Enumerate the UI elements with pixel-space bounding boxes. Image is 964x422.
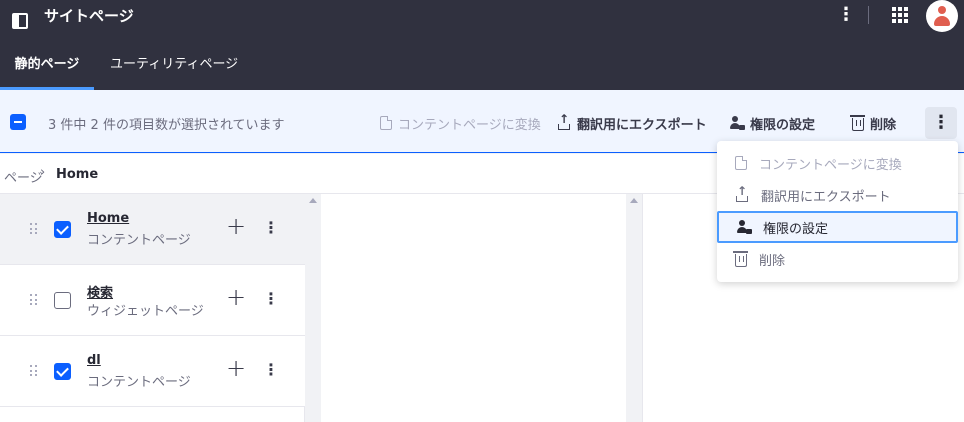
actions-dropdown-menu: コンテントページに変換 翻訳用にエクスポート 権限の設定 削除 xyxy=(717,141,958,282)
convert-to-content-page-button[interactable]: コンテントページに変換 xyxy=(380,114,541,133)
page-type: ウィジェットページ xyxy=(87,304,204,319)
tab-static-pages[interactable]: 静的ページ xyxy=(0,42,94,90)
row-checkbox[interactable] xyxy=(54,363,71,380)
scroll-up-icon[interactable] xyxy=(630,198,638,203)
row-checkbox[interactable] xyxy=(54,221,71,238)
trash-icon xyxy=(850,114,865,131)
list-item[interactable]: Home コンテントページ + ⋮ xyxy=(0,194,305,265)
page-title-link[interactable]: Home xyxy=(87,211,129,226)
row-options-icon[interactable]: ⋮ xyxy=(262,360,280,380)
drag-handle-icon[interactable] xyxy=(30,294,38,306)
add-child-page-icon[interactable]: + xyxy=(226,356,246,380)
app-title: サイトページ xyxy=(44,7,134,25)
scrollbar[interactable] xyxy=(305,194,321,422)
row-checkbox[interactable] xyxy=(54,292,71,309)
menu-item-delete[interactable]: 削除 xyxy=(717,243,958,275)
menu-item-convert[interactable]: コンテントページに変換 xyxy=(717,147,958,179)
export-icon xyxy=(557,112,571,130)
menu-item-export[interactable]: 翻訳用にエクスポート xyxy=(717,179,958,211)
drag-handle-icon[interactable] xyxy=(30,223,38,235)
row-options-icon[interactable]: ⋮ xyxy=(262,218,280,238)
page-type: コンテントページ xyxy=(87,233,191,248)
export-icon xyxy=(735,184,749,202)
user-icon xyxy=(938,6,946,14)
sidebar-toggle-icon[interactable] xyxy=(12,13,28,29)
select-all-checkbox[interactable] xyxy=(10,114,26,130)
permissions-icon xyxy=(730,116,745,130)
add-child-page-icon[interactable]: + xyxy=(226,214,246,238)
options-menu-icon[interactable]: ⋮ xyxy=(834,6,858,24)
nav-tabs: 静的ページ ユーティリティページ xyxy=(0,42,964,90)
menu-item-permissions[interactable]: 権限の設定 xyxy=(717,211,958,243)
permissions-icon xyxy=(737,220,752,234)
add-child-page-icon[interactable]: + xyxy=(226,285,246,309)
tab-utility-pages[interactable]: ユーティリティページ xyxy=(110,42,238,90)
page-icon xyxy=(380,116,392,130)
list-item[interactable]: 検索 ウィジェットページ + ⋮ xyxy=(0,265,305,336)
page-column-2 xyxy=(321,194,626,422)
chevron-right-icon: › xyxy=(40,165,46,180)
divider xyxy=(868,6,869,24)
page-column-1: Home コンテントページ + ⋮ 検索 ウィジェットページ + ⋮ dl コン… xyxy=(0,194,305,422)
breadcrumb-current: Home xyxy=(56,167,99,182)
user-avatar[interactable] xyxy=(926,0,958,32)
drag-handle-icon[interactable] xyxy=(30,365,38,377)
row-options-icon[interactable]: ⋮ xyxy=(262,289,280,309)
breadcrumb-parent[interactable]: ページ xyxy=(4,167,43,186)
permissions-button[interactable]: 権限の設定 xyxy=(730,114,815,133)
page-title-link[interactable]: 検索 xyxy=(87,282,113,301)
trash-icon xyxy=(733,250,748,267)
delete-button[interactable]: 削除 xyxy=(850,114,896,133)
export-for-translation-button[interactable]: 翻訳用にエクスポート xyxy=(557,112,707,133)
selection-count-text: 3 件中 2 件の項目数が選択されています xyxy=(48,118,285,133)
list-item[interactable]: dl コンテントページ + ⋮ xyxy=(0,336,305,407)
scrollbar[interactable] xyxy=(626,194,642,422)
top-bar: サイトページ ⋮ xyxy=(0,0,964,42)
more-actions-button[interactable]: ⋮ xyxy=(925,107,957,139)
page-title-link[interactable]: dl xyxy=(87,353,101,368)
applications-menu-icon[interactable] xyxy=(892,7,908,23)
scroll-up-icon[interactable] xyxy=(309,198,317,203)
page-type: コンテントページ xyxy=(87,375,191,390)
page-icon xyxy=(735,156,747,170)
